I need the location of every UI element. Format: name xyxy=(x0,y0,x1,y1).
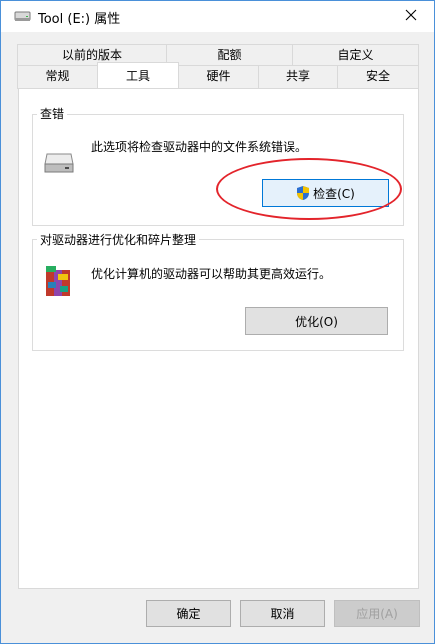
drive-icon xyxy=(14,11,31,26)
properties-window: Tool (E:) 属性 以前的版本 配额 自定义 常规 工具 硬件 共享 安全… xyxy=(0,0,435,644)
drive-icon xyxy=(43,152,75,177)
uac-shield-icon xyxy=(296,185,310,201)
optimize-title: 对驱动器进行优化和碎片整理 xyxy=(37,231,200,248)
apply-button-label: 应用(A) xyxy=(356,607,398,621)
optimize-button-label: 优化(O) xyxy=(295,314,338,329)
optimize-button[interactable]: 优化(O) xyxy=(245,307,388,335)
window-title: Tool (E:) 属性 xyxy=(38,12,121,27)
tab-tools[interactable]: 工具 xyxy=(97,62,179,88)
apply-button[interactable]: 应用(A) xyxy=(334,600,420,627)
title-bar[interactable]: Tool (E:) 属性 xyxy=(1,1,434,32)
tools-panel: 查错 此选项将检查驱动器中的文件系统错误。 检查(C) 对驱动器进行优化和碎片整… xyxy=(18,88,419,589)
defrag-icon xyxy=(43,264,75,301)
tab-sharing[interactable]: 共享 xyxy=(258,65,338,89)
ok-button-label: 确定 xyxy=(176,607,201,621)
error-check-description: 此选项将检查驱动器中的文件系统错误。 xyxy=(91,140,308,154)
error-check-group xyxy=(32,114,404,226)
tab-quota[interactable]: 配额 xyxy=(166,44,293,65)
close-icon xyxy=(405,9,417,24)
check-button-label: 检查(C) xyxy=(313,186,355,201)
tab-security[interactable]: 安全 xyxy=(337,65,419,89)
tab-general[interactable]: 常规 xyxy=(17,65,98,89)
cancel-button-label: 取消 xyxy=(270,607,295,621)
close-button[interactable] xyxy=(388,1,434,32)
tab-customize[interactable]: 自定义 xyxy=(292,44,419,65)
error-check-title: 查错 xyxy=(37,105,68,122)
ok-button[interactable]: 确定 xyxy=(146,600,231,627)
tab-hardware[interactable]: 硬件 xyxy=(178,65,259,89)
optimize-description: 优化计算机的驱动器可以帮助其更高效运行。 xyxy=(91,267,332,281)
cancel-button[interactable]: 取消 xyxy=(240,600,325,627)
check-button[interactable]: 检查(C) xyxy=(262,179,389,207)
